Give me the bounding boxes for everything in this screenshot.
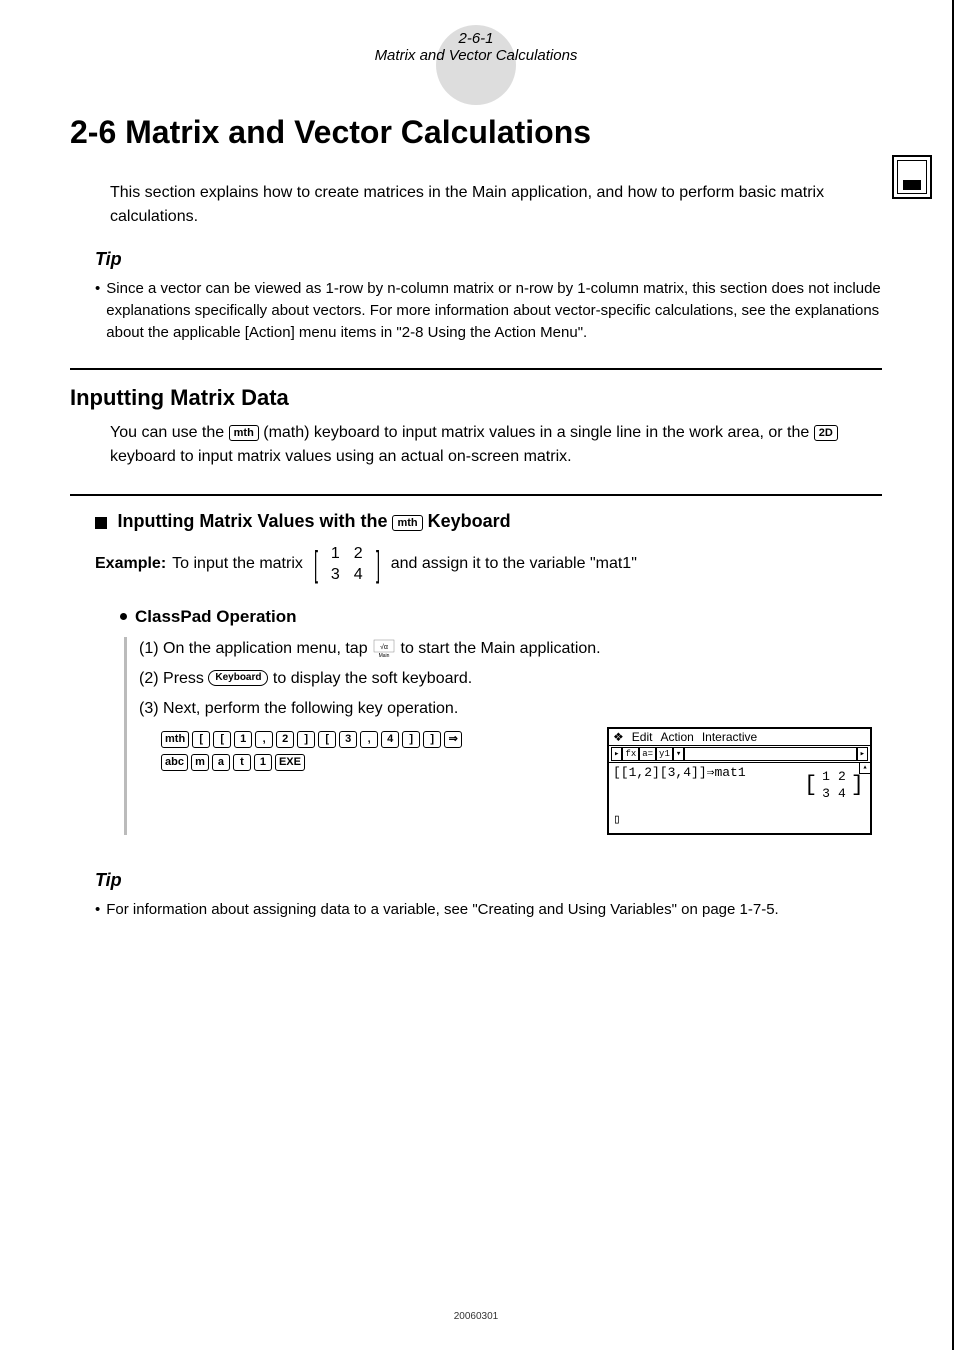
2d-key-icon: 2D <box>814 425 838 441</box>
toolbar-btn[interactable]: y1 <box>656 747 673 761</box>
tip-body: • Since a vector can be viewed as 1-row … <box>95 278 882 343</box>
tip-heading: Tip <box>95 249 882 270</box>
page-number: 2-6-1 <box>70 30 882 47</box>
subsection-heading: Inputting Matrix Values with the mth Key… <box>117 511 510 531</box>
key-sequence-2: abc m a t 1 EXE <box>161 754 607 771</box>
contents-icon[interactable] <box>892 155 932 199</box>
calc-menu-action[interactable]: Action <box>660 730 693 744</box>
key-sequence-1: mth [ [ 1 , 2 ] [ 3 , 4 ] ] <box>161 731 607 748</box>
calc-menu-edit[interactable]: Edit <box>632 730 653 744</box>
toolbar-btn[interactable]: ▾ <box>673 747 684 761</box>
main-app-icon: √α Main <box>372 638 396 658</box>
footer-date: 20060301 <box>0 1311 952 1322</box>
svg-text:√α: √α <box>380 643 388 651</box>
mth-key-icon: mth <box>229 425 259 441</box>
calc-menu-logo[interactable]: ❖ <box>613 730 624 744</box>
step-2: (2) Press Keyboard to display the soft k… <box>139 667 882 691</box>
page-subtitle: Matrix and Vector Calculations <box>70 47 882 64</box>
toolbar-btn[interactable]: a= <box>639 747 656 761</box>
section-body: You can use the mth (math) keyboard to i… <box>110 421 882 469</box>
matrix-display: [ 1234 ] <box>311 542 383 586</box>
step-3: (3) Next, perform the following key oper… <box>139 697 882 721</box>
calculator-screenshot: ❖ Edit Action Interactive ▸ fx a= y1 ▾ <box>607 727 872 835</box>
calc-cursor: ▯ <box>613 812 866 827</box>
calc-menu-interactive[interactable]: Interactive <box>702 730 757 744</box>
calc-toolbar: ▸ fx a= y1 ▾ ▸ <box>609 746 870 763</box>
svg-text:Main: Main <box>379 653 390 658</box>
calc-menubar: ❖ Edit Action Interactive <box>609 729 870 746</box>
calc-result-matrix: [1234] <box>804 767 864 803</box>
tip2-text: For information about assigning data to … <box>106 899 778 921</box>
tip-body: • For information about assigning data t… <box>95 899 882 921</box>
mth-key-icon: mth <box>392 515 422 531</box>
intro-text: This section explains how to create matr… <box>110 181 882 229</box>
page-header: 2-6-1 Matrix and Vector Calculations <box>70 30 882 64</box>
calc-workarea[interactable]: ▴ [[1,2][3,4]]⇒mat1 [1234] ▯ <box>609 763 870 833</box>
operation-heading: ClassPad Operation <box>120 607 882 627</box>
toolbar-btn[interactable]: ▸ <box>611 747 622 761</box>
toolbar-btn[interactable]: ▸ <box>857 747 868 761</box>
toolbar-spacer <box>684 747 856 761</box>
step-1: (1) On the application menu, tap √αMain … <box>139 637 882 661</box>
square-bullet-icon <box>95 517 107 529</box>
example-label: Example: <box>95 555 166 573</box>
tip-heading: Tip <box>95 870 882 891</box>
toolbar-btn[interactable]: fx <box>622 747 639 761</box>
keyboard-key-icon: Keyboard <box>208 670 268 686</box>
example-row: Example: To input the matrix [ 1234 ] an… <box>95 542 882 586</box>
separator <box>70 494 882 496</box>
section-heading: Inputting Matrix Data <box>70 385 882 411</box>
page-title: 2-6 Matrix and Vector Calculations <box>70 114 882 151</box>
separator <box>70 368 882 370</box>
tip1-text: Since a vector can be viewed as 1-row by… <box>106 278 882 343</box>
